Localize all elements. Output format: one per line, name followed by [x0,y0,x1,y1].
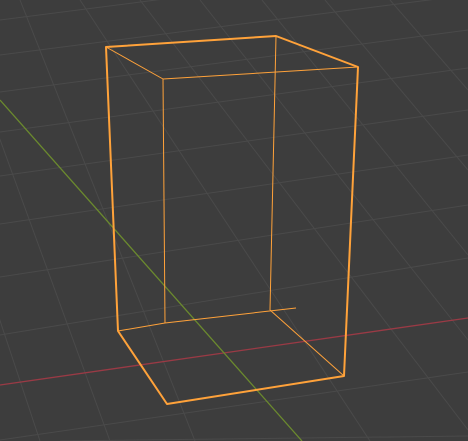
3d-viewport[interactable] [0,0,468,441]
viewport-canvas[interactable] [0,0,468,441]
